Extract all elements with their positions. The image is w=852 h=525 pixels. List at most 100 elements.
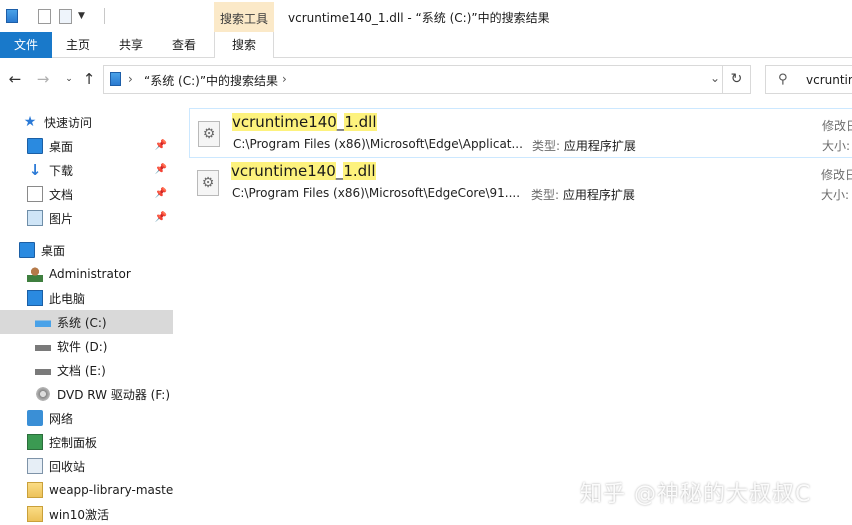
tab-file[interactable]: 文件: [0, 32, 52, 58]
file-type: 类型: 应用程序扩展: [531, 186, 635, 203]
nav-pinned-desktop[interactable]: 桌面 📌: [0, 134, 173, 158]
dll-file-icon: ⚙: [198, 121, 220, 147]
nav-label: 控制面板: [49, 435, 98, 450]
back-arrow-icon[interactable]: ←: [6, 70, 24, 88]
nav-drive-d[interactable]: 软件 (D:): [0, 334, 173, 358]
breadcrumb[interactable]: “系统 (C:)”中的搜索结果: [144, 72, 278, 89]
title-separator: [104, 8, 105, 24]
modified-date-label: 修改日: [822, 119, 852, 133]
file-type-value: 应用程序扩展: [563, 139, 636, 153]
nav-this-pc[interactable]: 此电脑: [0, 286, 173, 310]
new-folder-icon[interactable]: [59, 8, 72, 24]
nav-desktop[interactable]: 桌面: [0, 238, 173, 262]
nav-drive-f[interactable]: DVD RW 驱动器 (F:): [0, 382, 173, 406]
file-path: C:\Program Files (x86)\Microsoft\Edge\Ap…: [233, 137, 523, 151]
file-type-value: 应用程序扩展: [562, 188, 635, 202]
pin-icon[interactable]: 📌: [155, 188, 167, 199]
properties-icon[interactable]: [38, 8, 51, 24]
tab-home[interactable]: 主页: [55, 32, 101, 58]
nav-pinned-pictures[interactable]: 图片 📌: [0, 206, 173, 230]
recycle-bin-icon: [27, 458, 43, 474]
nav-label: 回收站: [49, 459, 86, 474]
address-bar[interactable]: › “系统 (C:)”中的搜索结果 › ⌄ ↻: [103, 65, 751, 94]
up-arrow-icon[interactable]: ↑: [80, 70, 98, 88]
nav-label: 此电脑: [49, 291, 86, 306]
search-box[interactable]: ⚲ vcruntim: [765, 65, 852, 94]
file-name: vcruntime140_1.dll: [231, 162, 376, 180]
search-icon: ⚲: [778, 72, 788, 87]
download-icon: ↓: [28, 161, 42, 179]
forward-arrow-icon[interactable]: →: [34, 70, 52, 88]
quick-access-toolbar: ▼: [6, 6, 85, 26]
nav-label: 下载: [49, 163, 74, 178]
nav-quick-access[interactable]: ★ 快速访问: [0, 110, 173, 134]
pin-icon[interactable]: 📌: [155, 140, 167, 151]
drive-icon: [35, 362, 51, 378]
nav-label: 图片: [49, 211, 74, 226]
size-label: 大小:: [821, 188, 850, 202]
desktop-icon: [19, 242, 35, 258]
file-name: vcruntime140_1.dll: [232, 113, 377, 131]
nav-label: 网络: [49, 411, 74, 426]
nav-label: Administrator: [49, 267, 131, 281]
navigation-pane: ★ 快速访问 桌面 📌 ↓ 下载 📌 文档 📌 图片 📌 桌面 Administ…: [0, 102, 173, 525]
tab-search[interactable]: 搜索: [214, 32, 274, 59]
ribbon-tabs: 文件 主页 共享 查看 搜索: [0, 32, 852, 59]
nav-label: 文档: [49, 187, 74, 202]
nav-network[interactable]: 网络: [0, 406, 173, 430]
search-highlight: 1.dll: [344, 113, 377, 131]
control-panel-icon: [27, 434, 43, 450]
system-drive-icon: [35, 314, 51, 330]
breadcrumb-chevron-icon[interactable]: ›: [128, 72, 133, 86]
recent-locations-chevron-icon[interactable]: ⌄: [60, 70, 78, 88]
tab-share[interactable]: 共享: [108, 32, 154, 58]
address-dropdown-icon[interactable]: ⌄: [710, 71, 720, 85]
file-type: 类型: 应用程序扩展: [532, 137, 636, 154]
dvd-drive-icon: [35, 386, 51, 402]
watermark: 知乎 @神秘的大叔叔C: [580, 482, 812, 507]
dll-file-icon: ⚙: [197, 170, 219, 196]
nav-label: 系统 (C:): [57, 315, 107, 330]
nav-label: 文档 (E:): [57, 363, 106, 378]
nav-label: DVD RW 驱动器 (F:): [57, 387, 171, 402]
nav-label: 桌面: [41, 243, 66, 258]
search-highlight: vcruntime140: [231, 162, 336, 180]
file-type-label: 类型:: [531, 188, 560, 202]
tab-view[interactable]: 查看: [161, 32, 207, 58]
pin-icon[interactable]: 📌: [155, 164, 167, 175]
user-icon: [27, 266, 43, 282]
navigation-bar: ← → ⌄ ↑ › “系统 (C:)”中的搜索结果 › ⌄ ↻ ⚲ vcrunt…: [0, 58, 852, 102]
nav-user[interactable]: Administrator: [0, 262, 173, 286]
nav-folder[interactable]: weapp-library-master: [0, 478, 173, 502]
search-tools-label: 搜索工具: [219, 12, 268, 26]
computer-icon: [27, 290, 43, 306]
nav-control-panel[interactable]: 控制面板: [0, 430, 173, 454]
pin-icon[interactable]: 📌: [155, 212, 167, 223]
search-tools-context-header: 搜索工具: [214, 2, 274, 32]
search-highlight: vcruntime140: [232, 113, 337, 131]
breadcrumb-chevron-icon[interactable]: ›: [282, 72, 287, 86]
nav-folder[interactable]: win10激活: [0, 502, 173, 525]
star-icon: ★: [23, 114, 37, 130]
nav-label: 桌面: [49, 139, 74, 154]
nav-label: 快速访问: [44, 115, 93, 130]
customize-toolbar-icon[interactable]: ▼: [78, 11, 85, 21]
search-input[interactable]: vcruntim: [806, 73, 852, 87]
refresh-icon[interactable]: ↻: [722, 66, 750, 93]
nav-drive-e[interactable]: 文档 (E:): [0, 358, 173, 382]
nav-recycle-bin[interactable]: 回收站: [0, 454, 173, 478]
modified-date-label: 修改日: [821, 168, 852, 182]
nav-pinned-downloads[interactable]: ↓ 下载 📌: [0, 158, 173, 182]
nav-pinned-documents[interactable]: 文档 📌: [0, 182, 173, 206]
drive-icon: [35, 338, 51, 354]
nav-drive-c[interactable]: 系统 (C:): [0, 310, 173, 334]
search-results-pane: ⚙ vcruntime140_1.dll C:\Program Files (x…: [180, 102, 852, 525]
search-results-icon: [110, 72, 121, 86]
explorer-window-icon[interactable]: [6, 9, 18, 23]
file-type-label: 类型:: [532, 139, 561, 153]
list-item[interactable]: ⚙ vcruntime140_1.dll C:\Program Files (x…: [189, 158, 852, 208]
folder-icon: [27, 482, 43, 498]
nav-label: 软件 (D:): [57, 339, 108, 354]
list-item[interactable]: ⚙ vcruntime140_1.dll C:\Program Files (x…: [189, 108, 852, 158]
document-icon: [27, 186, 43, 202]
